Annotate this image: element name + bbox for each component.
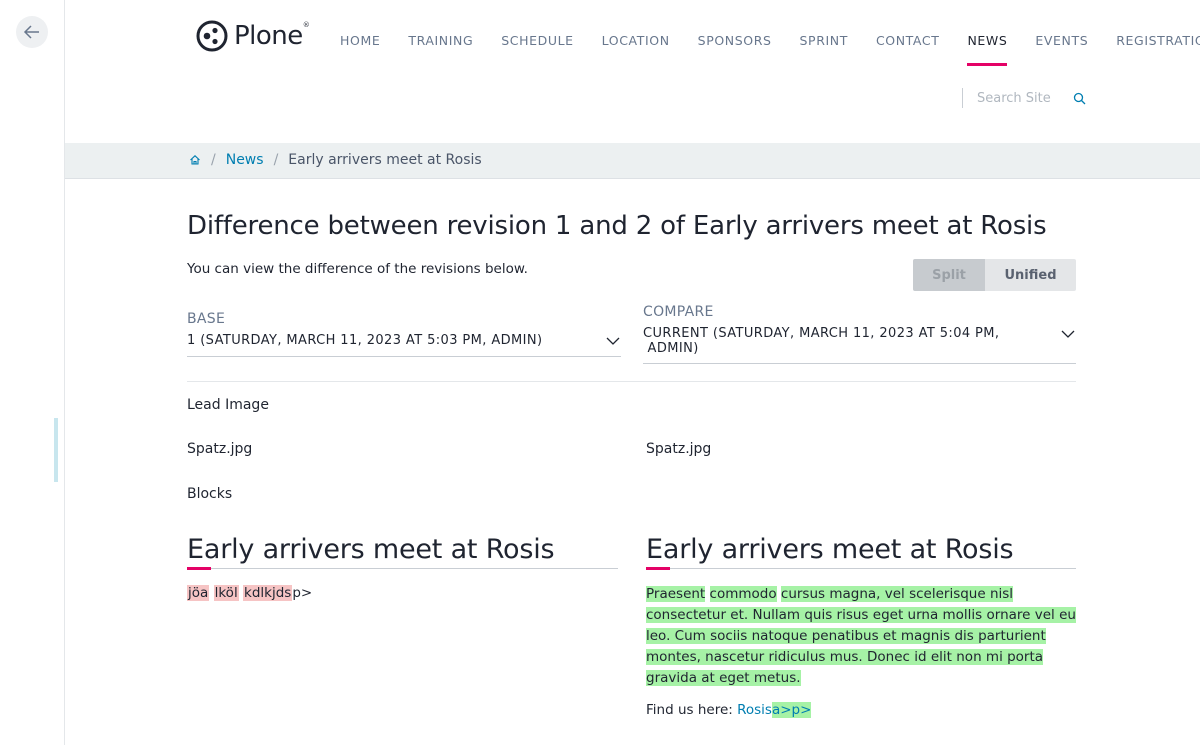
- base-dropdown[interactable]: 1 (SATURDAY, MARCH 11, 2023 AT 5:03 PM, …: [187, 333, 621, 357]
- compare-diff-text: Praesent commodo cursus magna, vel scele…: [646, 584, 1076, 689]
- unified-view-button[interactable]: Unified: [985, 259, 1076, 291]
- inserted-text: Praesent: [646, 586, 706, 602]
- back-button[interactable]: [16, 16, 48, 48]
- compare-label: COMPARE: [643, 304, 714, 320]
- nav-item-training[interactable]: TRAINING: [394, 32, 487, 66]
- toolbar-sidebar: [0, 0, 65, 745]
- deleted-text: kdlkjds: [243, 585, 293, 601]
- nav-item-contact[interactable]: CONTACT: [862, 32, 953, 66]
- search-icon[interactable]: [1073, 92, 1086, 105]
- plone-logo[interactable]: Plone®: [196, 20, 310, 52]
- find-us-label: Find us here:: [646, 702, 738, 718]
- nav-item-home[interactable]: HOME: [340, 32, 394, 66]
- nav-item-schedule[interactable]: SCHEDULE: [487, 32, 587, 66]
- base-selected-value: 1 (SATURDAY, MARCH 11, 2023 AT 5:03 PM, …: [187, 333, 543, 348]
- page-title: Difference between revision 1 and 2 of E…: [187, 211, 1047, 241]
- sidebar-scroll-indicator: [54, 418, 58, 482]
- inserted-text: a>p>: [771, 702, 812, 718]
- deleted-text: lköl: [213, 585, 239, 601]
- compare-selected-value: CURRENT (SATURDAY, MARCH 11, 2023 AT 5:0…: [643, 326, 1000, 356]
- field-label-blocks: Blocks: [187, 486, 233, 502]
- divider: [187, 381, 1076, 382]
- base-diff-text: jöa lköl kdlkjdsp>: [187, 584, 312, 602]
- inserted-text: commodo: [709, 586, 777, 602]
- field-label-lead-image: Lead Image: [187, 397, 269, 413]
- compare-heading: Early arrivers meet at Rosis: [646, 534, 1076, 570]
- base-label: BASE: [187, 311, 226, 327]
- view-mode-toggle: Split Unified: [913, 259, 1076, 291]
- compare-dropdown[interactable]: CURRENT (SATURDAY, MARCH 11, 2023 AT 5:0…: [643, 326, 1076, 364]
- main-content: Difference between revision 1 and 2 of E…: [187, 200, 1076, 718]
- nav-item-registration[interactable]: REGISTRATION: [1102, 32, 1200, 66]
- unchanged-text: p>: [292, 585, 313, 601]
- breadcrumb-news-link[interactable]: News: [226, 152, 264, 168]
- breadcrumb: / News / Early arrivers meet at Rosis: [189, 152, 482, 168]
- plone-logo-icon: [196, 20, 228, 52]
- logo-text: Plone®: [234, 21, 310, 51]
- search-form: [962, 88, 1086, 108]
- compare-version-select: COMPARE CURRENT (SATURDAY, MARCH 11, 202…: [643, 304, 1076, 364]
- arrow-left-icon: [23, 25, 39, 39]
- search-input[interactable]: [977, 90, 1055, 106]
- breadcrumb-separator: /: [211, 152, 216, 168]
- breadcrumb-current: Early arrivers meet at Rosis: [288, 152, 482, 168]
- nav-item-location[interactable]: LOCATION: [588, 32, 684, 66]
- breadcrumb-bar: / News / Early arrivers meet at Rosis: [65, 143, 1200, 179]
- chevron-down-icon: [1061, 330, 1075, 338]
- nav-item-sprint[interactable]: SPRINT: [786, 32, 862, 66]
- rosis-link[interactable]: Rosis: [737, 702, 772, 718]
- base-heading: Early arrivers meet at Rosis: [187, 534, 618, 570]
- page-description: You can view the difference of the revis…: [187, 261, 528, 277]
- breadcrumb-separator: /: [273, 152, 279, 168]
- split-view-button[interactable]: Split: [913, 259, 985, 291]
- nav-item-sponsors[interactable]: SPONSORS: [684, 32, 786, 66]
- base-version-select: BASE 1 (SATURDAY, MARCH 11, 2023 AT 5:03…: [187, 311, 621, 357]
- lead-image-compare-file: Spatz.jpg: [646, 441, 712, 457]
- compare-find-us: Find us here: Rosisa>p>: [646, 702, 812, 718]
- home-icon[interactable]: [189, 154, 201, 166]
- main-navigation: HOME TRAINING SCHEDULE LOCATION SPONSORS…: [340, 32, 1200, 66]
- deleted-text: jöa: [187, 585, 210, 601]
- lead-image-base-file: Spatz.jpg: [187, 441, 253, 457]
- nav-item-news[interactable]: NEWS: [953, 32, 1021, 66]
- site-header: Plone® HOME TRAINING SCHEDULE LOCATION S…: [65, 0, 1200, 143]
- nav-item-events[interactable]: EVENTS: [1021, 32, 1102, 66]
- chevron-down-icon: [606, 337, 620, 345]
